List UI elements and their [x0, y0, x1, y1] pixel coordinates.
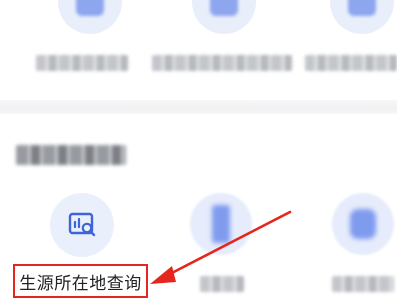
location-query-label[interactable]: 生源所在地查询 — [13, 264, 148, 298]
service-icon-5-glyph — [212, 205, 230, 243]
service-page: 生源所在地查询 — [0, 0, 397, 304]
service-label-2-blurred — [152, 55, 292, 71]
service-icon-5-blurred[interactable] — [190, 193, 252, 255]
service-icon-3[interactable] — [330, 0, 394, 34]
service-label-5-blurred — [200, 276, 244, 292]
service-icon-1-glyph — [76, 0, 104, 16]
section-title-blurred — [16, 145, 126, 165]
service-icon-1[interactable] — [58, 0, 122, 34]
service-icon-2-glyph — [210, 0, 238, 16]
location-query-button[interactable] — [50, 193, 114, 257]
section-divider — [0, 100, 397, 114]
service-label-1-blurred — [36, 55, 128, 71]
chart-search-icon — [68, 212, 96, 237]
service-icon-2[interactable] — [192, 0, 256, 34]
service-icon-6-glyph — [350, 209, 376, 239]
location-query-label-text: 生源所在地查询 — [19, 273, 142, 294]
service-icon-3-glyph — [348, 0, 376, 16]
service-label-3-blurred — [305, 55, 397, 71]
service-icon-6-blurred[interactable] — [332, 193, 394, 255]
service-label-6-blurred — [332, 276, 394, 292]
